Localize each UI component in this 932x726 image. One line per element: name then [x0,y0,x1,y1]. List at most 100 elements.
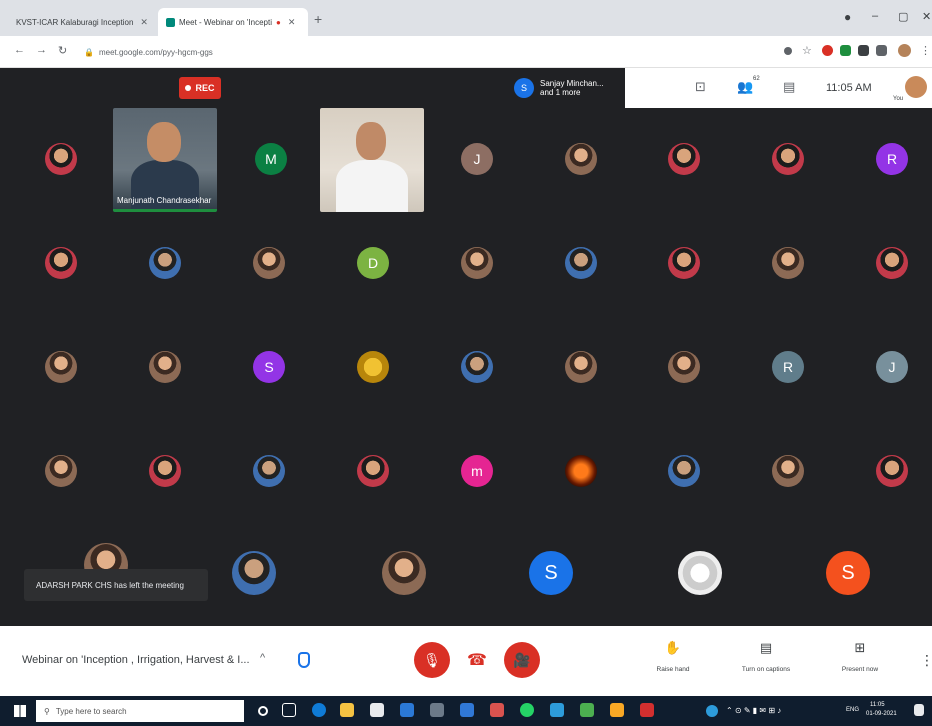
mic-toggle-button[interactable]: 🎙 [414,642,450,678]
camera-toggle-button[interactable]: 🎥 [504,642,540,678]
language-indicator[interactable]: ENG [846,707,859,713]
participant-avatar[interactable] [253,247,285,279]
participant-avatar[interactable] [45,455,77,487]
participant-avatar[interactable] [45,247,77,279]
participant-letter-avatar[interactable]: S [253,351,285,383]
participant-avatar[interactable] [678,551,722,595]
reload-icon[interactable]: ↻ [58,44,67,57]
leave-call-button[interactable]: ☎ [459,642,495,678]
participant-avatar[interactable] [45,143,77,175]
participant-avatar[interactable] [565,455,597,487]
maximize-button[interactable]: ▢ [898,10,908,23]
bookmark-star-icon[interactable]: ☆ [802,44,812,57]
app-icon[interactable] [490,703,504,717]
participant-avatar[interactable] [565,351,597,383]
participant-avatar[interactable] [772,455,804,487]
participant-video-tile[interactable]: Manjunath Chandrasekhar [113,108,217,212]
app-icon[interactable] [550,703,564,717]
close-window-button[interactable]: ✕ [922,10,931,23]
browser-menu-icon[interactable]: ⋮ [920,44,931,57]
edge-icon[interactable] [312,703,326,717]
chat-icon[interactable]: ▤ [783,79,795,95]
chrome-icon[interactable] [580,703,594,717]
back-icon[interactable]: ← [14,44,25,56]
participant-avatar[interactable] [772,247,804,279]
participant-avatar[interactable] [149,455,181,487]
browser-tab-inactive[interactable]: KVST-ICAR Kalaburagi Inception ✕ [4,8,154,36]
participant-letter-avatar[interactable]: R [772,351,804,383]
app-icon[interactable] [430,703,444,717]
taskbar-time[interactable]: 11:05 [870,702,885,708]
notifications-icon[interactable] [914,704,924,716]
extension-check-icon[interactable] [840,45,851,56]
extension-red-icon[interactable] [822,45,833,56]
participant-avatar[interactable] [253,455,285,487]
participant-letter-avatar[interactable]: m [461,455,493,487]
participant-avatar[interactable] [461,247,493,279]
participant-avatar[interactable] [357,351,389,383]
participant-avatar[interactable] [232,551,276,595]
address-bar[interactable]: 🔒 meet.google.com/pyy-hgcm-ggs [78,42,768,62]
participant-letter-avatar[interactable]: D [357,247,389,279]
browser-tab-active[interactable]: Meet - Webinar on 'Incepti ● ✕ [158,8,308,36]
app-icon[interactable] [340,703,354,717]
participant-avatar[interactable] [149,247,181,279]
taskbar-date[interactable]: 01-09-2021 [866,711,897,717]
present-now-button[interactable]: ⊞ Present now [825,640,895,673]
extensions-puzzle-icon[interactable] [876,45,887,56]
participant-avatar[interactable] [382,551,426,595]
profile-avatar-icon[interactable] [898,44,911,57]
participant-avatar[interactable] [876,455,908,487]
tray-app-icon[interactable] [706,705,718,717]
participant-avatar[interactable] [565,143,597,175]
participant-video-tile[interactable] [320,108,424,212]
app-icon[interactable] [610,703,624,717]
captions-button[interactable]: ▤ Turn on captions [731,640,801,673]
participant-letter-avatar[interactable]: J [461,143,493,175]
participant-letter-avatar[interactable]: R [876,143,908,175]
security-shield-icon[interactable] [298,652,310,668]
raise-hand-button[interactable]: ✋ Raise hand [638,640,708,673]
whatsapp-icon[interactable] [520,703,534,717]
taskbar-search-box[interactable]: ⚲ Type here to search [36,700,244,722]
participant-avatar[interactable] [45,351,77,383]
pin-presentation-icon[interactable]: ⛶ [625,70,639,84]
participant-letter-avatar[interactable]: S [529,551,573,595]
people-icon[interactable]: 👥 [737,79,753,95]
self-avatar[interactable] [905,76,927,98]
presenting-indicator[interactable]: S Sanjay Minchan... and 1 more [514,72,624,104]
chevron-up-icon[interactable]: ^ [260,652,265,664]
tray-icons[interactable]: ⌃ ⊙ ✎ ▮ ✉ ⊞ ♪ [726,706,781,715]
key-icon[interactable] [784,47,792,55]
participant-letter-avatar[interactable]: J [876,351,908,383]
more-options-icon[interactable]: ⋮ [920,652,932,669]
windows-start-icon[interactable] [14,705,26,717]
meeting-title[interactable]: Webinar on 'Inception , Irrigation, Harv… [22,654,250,666]
participant-avatar[interactable] [668,455,700,487]
task-view-icon[interactable] [282,703,296,717]
pin-icon[interactable]: ⊡ [695,79,706,95]
acrobat-icon[interactable] [640,703,654,717]
cortana-icon[interactable] [258,706,268,716]
participant-avatar[interactable] [565,247,597,279]
new-tab-button[interactable]: + [314,11,322,27]
tab-close-icon[interactable]: ✕ [288,17,296,28]
forward-icon[interactable]: → [36,44,47,56]
minimize-button[interactable]: – [872,10,878,22]
participant-avatar[interactable] [461,351,493,383]
tab-close-icon[interactable]: ✕ [140,17,148,28]
participant-avatar[interactable] [876,247,908,279]
participant-avatar[interactable] [772,143,804,175]
mail-icon[interactable] [400,703,414,717]
extension-grid-icon[interactable] [858,45,869,56]
store-icon[interactable] [370,703,384,717]
participant-avatar[interactable] [668,143,700,175]
participant-avatar[interactable] [668,351,700,383]
participant-letter-avatar[interactable]: M [255,143,287,175]
participant-avatar[interactable] [149,351,181,383]
participant-letter-avatar[interactable]: S [826,551,870,595]
participant-avatar[interactable] [357,455,389,487]
participant-avatar[interactable] [668,247,700,279]
word-icon[interactable] [460,703,474,717]
profile-dot-icon[interactable]: ● [844,10,851,24]
